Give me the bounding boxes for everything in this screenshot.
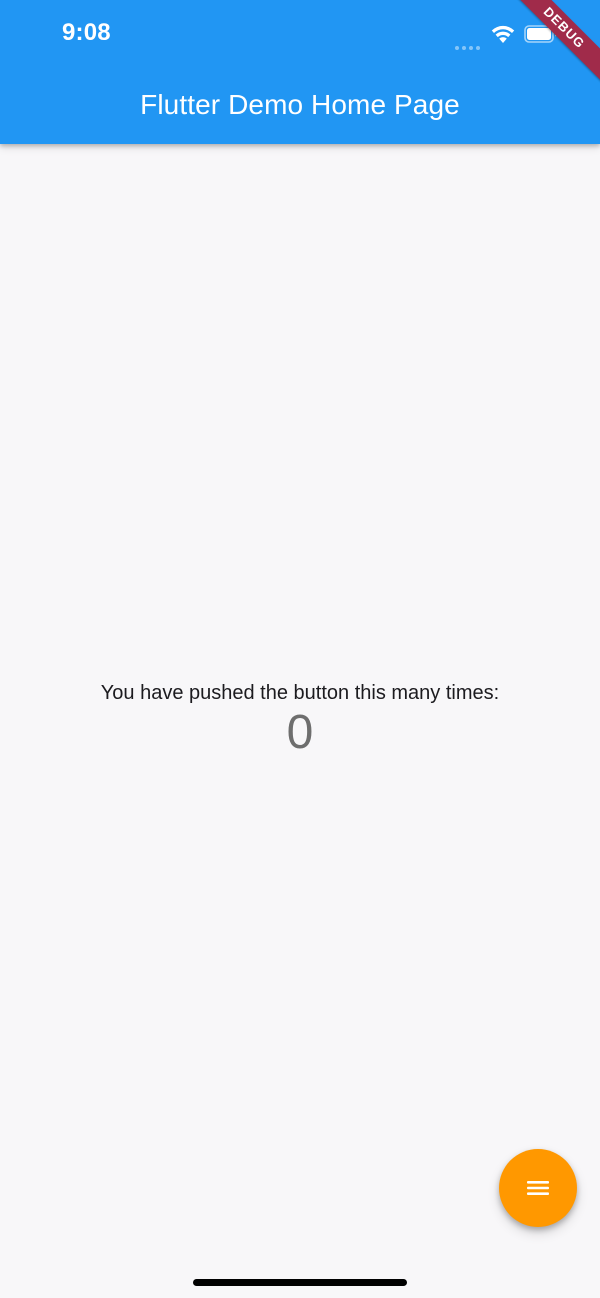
floating-action-button[interactable]: [499, 1149, 577, 1227]
home-indicator[interactable]: [193, 1279, 407, 1286]
wifi-icon: [491, 25, 515, 43]
app-bar: 9:08 Flutter Demo Home Page: [0, 0, 600, 144]
page-title: Flutter Demo Home Page: [140, 89, 460, 120]
counter-value: 0: [286, 706, 314, 759]
menu-icon: [527, 1181, 549, 1195]
counter-label: You have pushed the button this many tim…: [100, 682, 500, 704]
status-time: 9:08: [62, 19, 111, 46]
cellular-signal-icon: [455, 37, 483, 50]
